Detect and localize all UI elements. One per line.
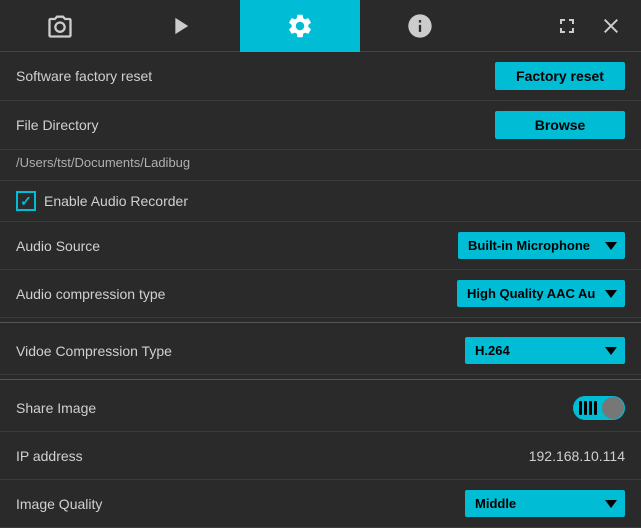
ip-address-label: IP address xyxy=(16,448,83,464)
divider-2 xyxy=(0,379,641,380)
gear-icon xyxy=(286,12,314,40)
image-quality-label: Image Quality xyxy=(16,496,102,512)
share-image-toggle[interactable] xyxy=(573,396,625,420)
share-image-row: Share Image xyxy=(0,384,641,432)
image-quality-select[interactable]: Low Middle High xyxy=(465,490,625,517)
ip-address-row: IP address 192.168.10.114 xyxy=(0,432,641,480)
camera-icon xyxy=(46,12,74,40)
ip-address-value: 192.168.10.114 xyxy=(529,448,625,464)
video-compression-row: Vidoe Compression Type H.264 H.265 MJPEG xyxy=(0,327,641,375)
file-path-value: /Users/tst/Documents/Ladibug xyxy=(16,155,190,170)
video-compression-label: Vidoe Compression Type xyxy=(16,343,172,359)
tab-play[interactable] xyxy=(120,0,240,52)
play-icon xyxy=(166,12,194,40)
expand-button[interactable] xyxy=(549,8,585,44)
audio-compression-label: Audio compression type xyxy=(16,286,165,302)
file-directory-row: File Directory Browse xyxy=(0,101,641,150)
toggle-bars xyxy=(579,401,597,415)
share-image-label: Share Image xyxy=(16,400,96,416)
enable-audio-recorder-row: Enable Audio Recorder xyxy=(0,181,641,222)
divider-1 xyxy=(0,322,641,323)
factory-reset-button[interactable]: Factory reset xyxy=(495,62,625,90)
top-nav xyxy=(0,0,641,52)
audio-source-label: Audio Source xyxy=(16,238,100,254)
file-directory-label: File Directory xyxy=(16,117,98,133)
browse-button[interactable]: Browse xyxy=(495,111,625,139)
tab-info[interactable] xyxy=(360,0,480,52)
image-quality-row: Image Quality Low Middle High xyxy=(0,480,641,528)
tab-camera[interactable] xyxy=(0,0,120,52)
factory-reset-row: Software factory reset Factory reset xyxy=(0,52,641,101)
audio-source-select[interactable]: Built-in Microphone External Microphone … xyxy=(458,232,625,259)
info-icon xyxy=(406,12,434,40)
settings-panel: Software factory reset Factory reset Fil… xyxy=(0,52,641,528)
factory-reset-label: Software factory reset xyxy=(16,68,152,84)
enable-audio-recorder-checkbox[interactable] xyxy=(16,191,36,211)
tab-settings[interactable] xyxy=(240,0,360,52)
audio-compression-row: Audio compression type High Quality AAC … xyxy=(0,270,641,318)
audio-source-row: Audio Source Built-in Microphone Externa… xyxy=(0,222,641,270)
share-image-toggle-container xyxy=(573,396,625,420)
video-compression-select[interactable]: H.264 H.265 MJPEG xyxy=(465,337,625,364)
close-icon xyxy=(599,14,623,38)
close-button[interactable] xyxy=(593,8,629,44)
file-path-row: /Users/tst/Documents/Ladibug xyxy=(0,150,641,181)
enable-audio-recorder-label: Enable Audio Recorder xyxy=(44,193,188,209)
toggle-thumb xyxy=(602,397,624,419)
audio-compression-select[interactable]: High Quality AAC Au Medium Quality AAC L… xyxy=(457,280,625,307)
expand-icon xyxy=(555,14,579,38)
